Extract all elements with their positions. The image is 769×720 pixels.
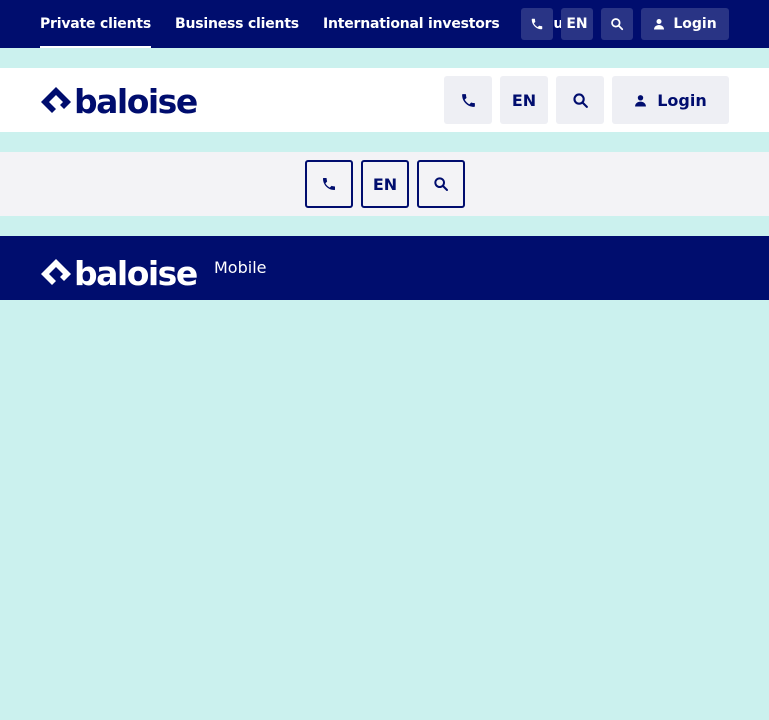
baloise-logo[interactable]: baloise	[40, 82, 198, 121]
phone-icon	[321, 176, 337, 192]
user-icon	[634, 94, 647, 107]
top-phone-button[interactable]	[521, 8, 553, 40]
top-navigation: Private clients Business clients Interna…	[0, 0, 769, 48]
header-login-button[interactable]: Login	[612, 76, 729, 124]
search-icon	[572, 92, 589, 109]
nav-link-international-investors[interactable]: International investors	[323, 0, 500, 48]
subbar-search-button[interactable]	[417, 160, 465, 208]
baloise-logo-mark-icon	[40, 258, 72, 290]
top-language-button[interactable]: EN	[561, 8, 593, 40]
main-header: baloise EN Login	[0, 68, 769, 132]
user-icon	[653, 18, 665, 30]
top-login-label: Login	[673, 16, 717, 32]
top-search-button[interactable]	[601, 8, 633, 40]
search-icon	[610, 17, 624, 31]
baloise-logo-mark-icon	[40, 86, 72, 118]
logo-wordmark: baloise	[74, 254, 198, 293]
baloise-logo-white[interactable]: baloise	[40, 254, 198, 293]
mobile-brand-bar: baloise Mobile	[0, 236, 769, 300]
top-login-button[interactable]: Login	[641, 8, 729, 40]
subbar-language-button[interactable]: EN	[361, 160, 409, 208]
nav-link-business-clients[interactable]: Business clients	[175, 0, 299, 48]
top-nav-links: Private clients Business clients Interna…	[40, 0, 594, 48]
phone-icon	[530, 17, 544, 31]
mobile-subtitle: Mobile	[214, 258, 267, 277]
header-search-button[interactable]	[556, 76, 604, 124]
nav-link-private-clients[interactable]: Private clients	[40, 0, 151, 48]
logo-wordmark: baloise	[74, 82, 198, 121]
header-language-button[interactable]: EN	[500, 76, 548, 124]
compact-action-bar: EN	[0, 152, 769, 216]
header-login-label: Login	[657, 90, 707, 110]
subbar-phone-button[interactable]	[305, 160, 353, 208]
header-phone-button[interactable]	[444, 76, 492, 124]
phone-icon	[460, 92, 477, 109]
search-icon	[433, 176, 449, 192]
